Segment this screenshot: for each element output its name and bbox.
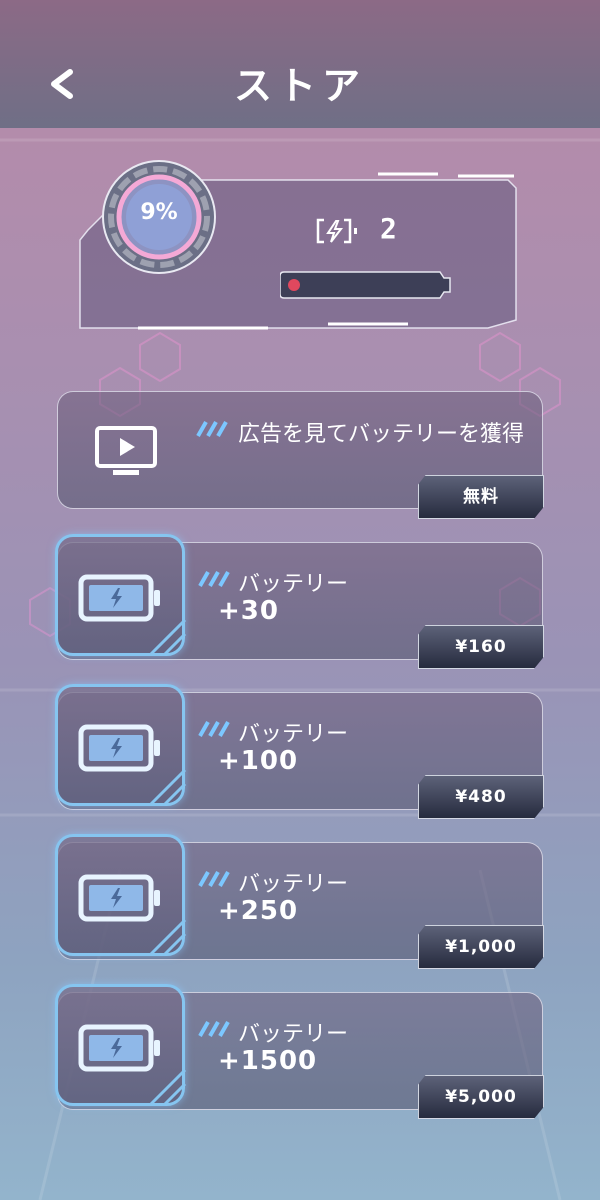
corner-stripe-decoration [149,768,187,806]
offer-label: バッテリー [238,1022,349,1047]
slash-decoration-icon [198,571,230,587]
slash-decoration-icon [196,421,228,437]
energy-bar-fill [288,279,300,291]
offer-price-button[interactable]: ¥160 [418,625,544,669]
battery-percent-text: 9% [140,200,178,225]
battery-icon [78,874,160,922]
lightning-battery-icon [316,218,357,244]
page-title: ストア [233,64,366,108]
slash-decoration-icon [198,1021,230,1037]
offer-price-button[interactable]: ¥5,000 [418,1075,544,1119]
battery-icon [78,574,160,622]
offer-label: バッテリー [238,872,349,897]
battery-icon [78,1024,160,1072]
offer-amount: +1500 [218,1046,318,1076]
ad-offer-label: 広告を見てバッテリーを獲得 [238,422,525,447]
slash-decoration-icon [198,721,230,737]
battery-icon [78,724,160,772]
offer-price-button[interactable]: ¥1,000 [418,925,544,969]
corner-stripe-decoration [149,1068,187,1106]
offer-label: バッテリー [238,572,349,597]
battery-count: 2 [380,212,399,245]
offer-price-button[interactable]: ¥480 [418,775,544,819]
slash-decoration-icon [198,871,230,887]
ad-offer-price-button[interactable]: 無料 [418,475,544,519]
corner-stripe-decoration [149,618,187,656]
offer-label: バッテリー [238,722,349,747]
offer-amount: +250 [218,896,299,926]
energy-bar [280,271,451,299]
play-screen-icon [95,426,157,475]
offer-amount: +100 [218,746,299,776]
offer-amount: +30 [218,596,279,626]
corner-stripe-decoration [149,918,187,956]
